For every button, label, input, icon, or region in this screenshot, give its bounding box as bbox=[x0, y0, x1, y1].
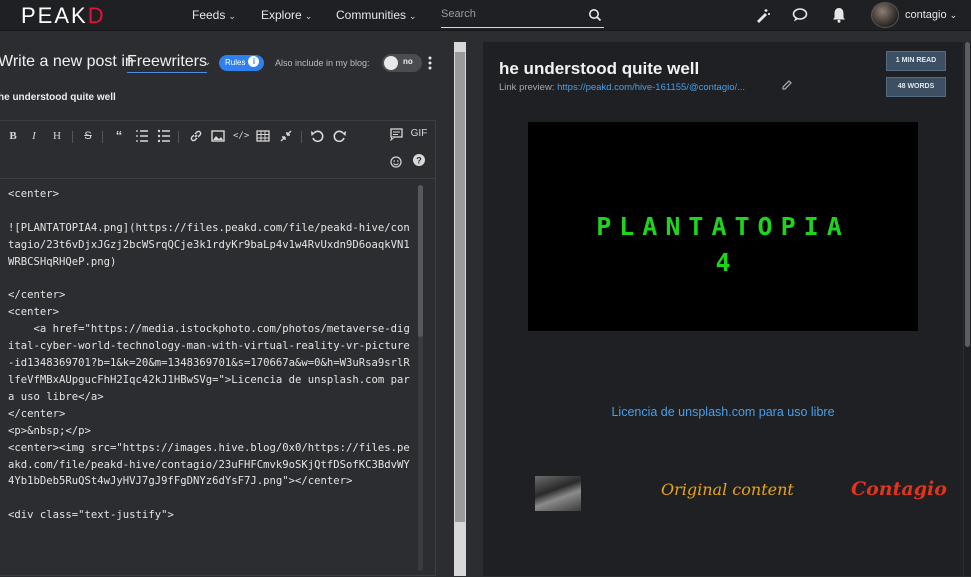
link-preview: Link preview: https://peakd.com/hive-161… bbox=[499, 82, 745, 93]
quote-button[interactable]: “ bbox=[112, 129, 126, 143]
chevron-down-icon: ⌄ bbox=[228, 11, 236, 21]
editor-scrollbar[interactable] bbox=[418, 185, 423, 571]
username-label: contagio bbox=[905, 9, 947, 21]
toggle-label: no bbox=[403, 57, 413, 66]
nav-communities[interactable]: Communities ⌄ bbox=[336, 8, 417, 22]
logo-text: PEAK bbox=[21, 3, 88, 28]
licencia-link[interactable]: Licencia de unsplash.com para uso libre bbox=[483, 405, 963, 419]
redo-icon[interactable] bbox=[333, 129, 347, 143]
blog-include-toggle[interactable]: no bbox=[382, 54, 422, 72]
undo-icon[interactable] bbox=[310, 129, 324, 143]
toolbar-divider bbox=[72, 131, 73, 143]
info-icon: i bbox=[248, 56, 260, 68]
rules-button[interactable]: Rules i bbox=[219, 55, 265, 71]
italic-button[interactable]: I bbox=[27, 129, 41, 143]
unordered-list-icon[interactable] bbox=[157, 129, 171, 143]
preview-scrollbar-thumb[interactable] bbox=[965, 42, 970, 347]
link-preview-url[interactable]: https://peakd.com/hive-161155/@contagio/… bbox=[557, 82, 745, 93]
top-navbar: PEAKD Feeds⌄ Explore⌄ Communities⌄ conta… bbox=[0, 0, 971, 31]
author-image bbox=[535, 476, 581, 511]
logo-accent: D bbox=[87, 3, 106, 28]
link-preview-label: Link preview: bbox=[499, 82, 555, 93]
toolbar-divider bbox=[301, 131, 302, 143]
help-icon[interactable]: ? bbox=[412, 153, 426, 167]
bell-icon[interactable] bbox=[830, 6, 848, 24]
post-title-input[interactable]: he understood quite well bbox=[0, 92, 116, 103]
hero-text-line2: 4 bbox=[715, 248, 731, 277]
collapse-icon[interactable] bbox=[279, 129, 293, 143]
gif-button[interactable]: GIF bbox=[409, 127, 429, 141]
word-count-badge: 48 WORDS bbox=[886, 77, 946, 97]
markdown-textarea[interactable]: <center> ![PLANTATOPIA4.png](https://fil… bbox=[0, 180, 420, 577]
editor-scrollbar-thumb[interactable] bbox=[418, 185, 423, 337]
post-preview: he understood quite well Link preview: h… bbox=[483, 42, 963, 576]
heading-button[interactable]: H bbox=[50, 129, 64, 143]
toolbar-divider bbox=[178, 131, 179, 143]
rules-label: Rules bbox=[225, 58, 246, 67]
read-time-badge: 1 MIN READ bbox=[886, 51, 946, 71]
chat-icon[interactable] bbox=[791, 6, 809, 24]
community-selector[interactable]: Freewriters bbox=[127, 53, 208, 73]
table-icon[interactable] bbox=[256, 129, 270, 143]
image-icon[interactable] bbox=[211, 129, 225, 143]
code-icon[interactable]: </> bbox=[233, 129, 249, 143]
svg-text:?: ? bbox=[416, 156, 422, 166]
chevron-down-icon: ⌄ bbox=[409, 11, 417, 21]
markdown-source: <center> ![PLANTATOPIA4.png](https://fil… bbox=[8, 188, 410, 522]
blog-include-label: Also include in my blog: bbox=[275, 58, 370, 68]
page-scrollbar-thumb[interactable] bbox=[455, 52, 465, 522]
search-input[interactable] bbox=[441, 8, 581, 20]
chevron-down-icon[interactable]: ⌄ bbox=[203, 57, 211, 68]
snippet-icon[interactable] bbox=[389, 127, 403, 141]
markdown-editor: B I H S “ </> GIF ? <center> ![PLANTATOP… bbox=[0, 120, 436, 576]
search-icon[interactable] bbox=[588, 8, 602, 22]
user-menu[interactable]: contagio ⌄ bbox=[905, 9, 957, 21]
write-label: Write a new post in bbox=[0, 53, 134, 70]
more-options-icon[interactable] bbox=[428, 56, 432, 70]
nav-feeds[interactable]: Feeds ⌄ bbox=[192, 8, 236, 22]
nav-communities-label: Communities bbox=[336, 8, 407, 22]
original-content-logo: Original content bbox=[661, 480, 794, 499]
strikethrough-button[interactable]: S bbox=[81, 129, 95, 143]
nav-explore[interactable]: Explore ⌄ bbox=[261, 8, 312, 22]
avatar[interactable] bbox=[871, 2, 899, 28]
preview-scrollbar[interactable] bbox=[964, 42, 971, 576]
compose-icon[interactable] bbox=[754, 6, 772, 24]
hero-text-line1: PLANTATOPIA bbox=[596, 212, 850, 241]
search-box bbox=[441, 4, 604, 28]
page-scrollbar[interactable] bbox=[452, 42, 466, 576]
nav-explore-label: Explore bbox=[261, 8, 302, 22]
pencil-icon[interactable] bbox=[781, 79, 793, 91]
emoji-icon[interactable] bbox=[389, 155, 403, 169]
peakd-logo[interactable]: PEAKD bbox=[21, 3, 106, 29]
nav-feeds-label: Feeds bbox=[192, 8, 226, 22]
editor-panel: Write a new post in Freewriters ⌄ Rules i… bbox=[0, 42, 440, 576]
chevron-down-icon: ⌄ bbox=[304, 11, 313, 21]
bold-button[interactable]: B bbox=[6, 129, 20, 143]
toolbar-divider bbox=[102, 131, 103, 143]
chevron-down-icon: ⌄ bbox=[949, 10, 958, 20]
editor-toolbar: B I H S “ </> GIF ? bbox=[0, 121, 435, 179]
hero-image: PLANTATOPIA 4 bbox=[528, 122, 918, 331]
preview-title: he understood quite well bbox=[499, 59, 700, 78]
contagio-logo: Contagio bbox=[851, 478, 947, 500]
toggle-knob bbox=[384, 56, 398, 70]
link-icon[interactable] bbox=[189, 129, 203, 143]
ordered-list-icon[interactable] bbox=[135, 129, 149, 143]
